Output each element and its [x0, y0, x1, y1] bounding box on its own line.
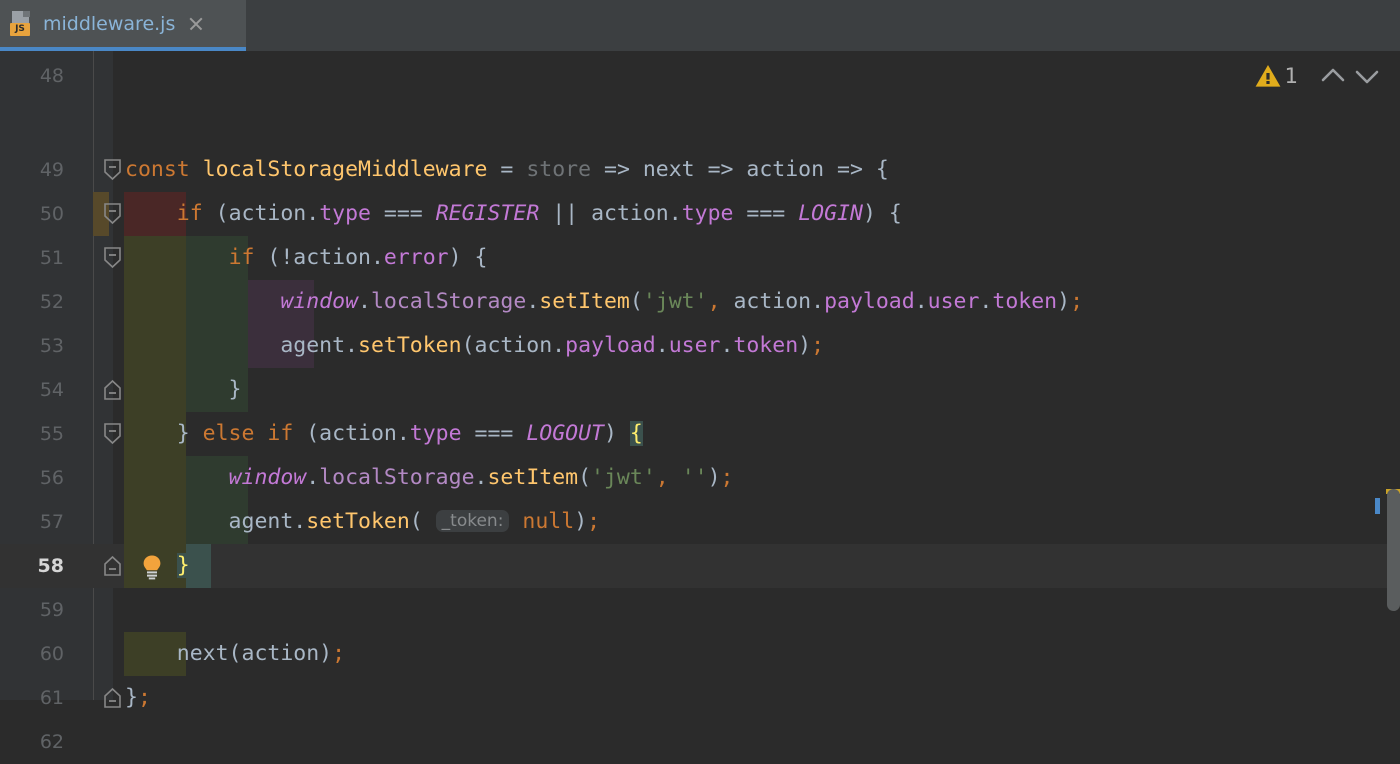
code-text: window.localStorage.setItem('jwt', actio… — [280, 289, 1084, 314]
fold-marker-region-end[interactable] — [102, 544, 123, 588]
line-number: 53 — [39, 335, 64, 357]
chevron-up-icon[interactable] — [1316, 62, 1350, 90]
line-number: 62 — [39, 731, 64, 753]
code-line-57[interactable]: 57 agent.setToken( _token: null); — [0, 500, 1400, 544]
tab-middleware-js[interactable]: JS middleware.js — [0, 0, 246, 51]
line-number: 49 — [39, 159, 64, 181]
code-text: agent.setToken( _token: null); — [125, 509, 601, 534]
line-number: 48 — [39, 65, 64, 87]
code-line-62[interactable]: 62 — [0, 720, 1400, 764]
code-line-56[interactable]: 56 window.localStorage.setItem('jwt', ''… — [0, 456, 1400, 500]
code-text: }; — [125, 685, 151, 710]
fold-marker-collapse[interactable] — [102, 192, 123, 236]
code-line-52[interactable]: 52 window.localStorage.setItem('jwt', ac… — [0, 280, 1400, 324]
line-number: 51 — [39, 247, 64, 269]
code-text: const localStorageMiddleware = store => … — [125, 157, 889, 182]
brace-match-highlight — [186, 544, 211, 588]
code-line-54[interactable]: 54 } — [0, 368, 1400, 412]
code-text: window.localStorage.setItem('jwt', ''); — [228, 465, 734, 490]
tab-bar-empty-area — [742, 0, 1400, 47]
code-line-53[interactable]: 53 agent.setToken(action.payload.user.to… — [0, 324, 1400, 368]
code-line-50[interactable]: 50 if (action.type === REGISTER || actio… — [0, 192, 1400, 236]
code-line-48[interactable]: 48 — [0, 54, 1400, 98]
close-icon[interactable] — [186, 14, 206, 34]
line-number: 56 — [39, 467, 64, 489]
code-line-55[interactable]: 55 } else if (action.type === LOGOUT) { — [0, 412, 1400, 456]
editor-marker-bar[interactable] — [1375, 51, 1400, 700]
info-marker-stripe[interactable] — [1375, 498, 1380, 514]
line-number: 57 — [39, 511, 64, 533]
fold-marker-collapse[interactable] — [102, 148, 123, 192]
code-line-59[interactable]: 59 — [0, 588, 1400, 632]
tab-filename-label: middleware.js — [43, 12, 176, 35]
inlay-hint-parameter[interactable]: _token: — [435, 510, 510, 532]
chevron-down-icon[interactable] — [1350, 62, 1384, 90]
line-number: 54 — [39, 379, 64, 401]
line-number: 61 — [39, 687, 64, 709]
js-badge-label: JS — [10, 22, 30, 36]
code-line-49[interactable]: 49 const localStorageMiddleware = store … — [0, 148, 1400, 192]
code-line-60[interactable]: 60 next(action); — [0, 632, 1400, 676]
line-number: 50 — [39, 203, 64, 225]
fold-marker-collapse[interactable] — [102, 236, 123, 280]
code-editor[interactable]: 48 49 const localStorageMiddleware = sto… — [0, 51, 1400, 753]
fold-marker-collapse[interactable] — [102, 412, 123, 456]
warning-triangle-icon[interactable] — [1255, 64, 1281, 88]
code-text: } — [125, 377, 242, 402]
editor-tab-bar: JS middleware.js — [0, 0, 1400, 51]
fold-marker-region-end[interactable] — [102, 676, 123, 720]
code-text: next(action); — [125, 641, 346, 666]
line-number: 52 — [39, 291, 64, 313]
code-text: if (action.type === REGISTER || action.t… — [176, 201, 902, 226]
code-line-51[interactable]: 51 if (!action.error) { — [0, 236, 1400, 280]
code-text: if (!action.error) { — [228, 245, 488, 270]
code-text: agent.setToken(action.payload.user.token… — [125, 333, 825, 358]
inspection-widget[interactable]: 1 — [1255, 59, 1384, 93]
line-number: 58 — [37, 555, 64, 577]
vertical-scrollbar-thumb[interactable] — [1387, 489, 1400, 611]
javascript-file-icon: JS — [10, 10, 32, 37]
code-line-61[interactable]: 61 }; — [0, 676, 1400, 720]
code-text: } — [176, 553, 190, 578]
line-number: 60 — [39, 643, 64, 665]
warning-count-label: 1 — [1284, 64, 1298, 88]
line-number: 59 — [39, 599, 64, 621]
code-text: } else if (action.type === LOGOUT) { — [125, 421, 643, 446]
code-line-58[interactable]: 58 } — [0, 544, 1400, 588]
line-number: 55 — [39, 423, 64, 445]
fold-marker-region-end[interactable] — [102, 368, 123, 412]
